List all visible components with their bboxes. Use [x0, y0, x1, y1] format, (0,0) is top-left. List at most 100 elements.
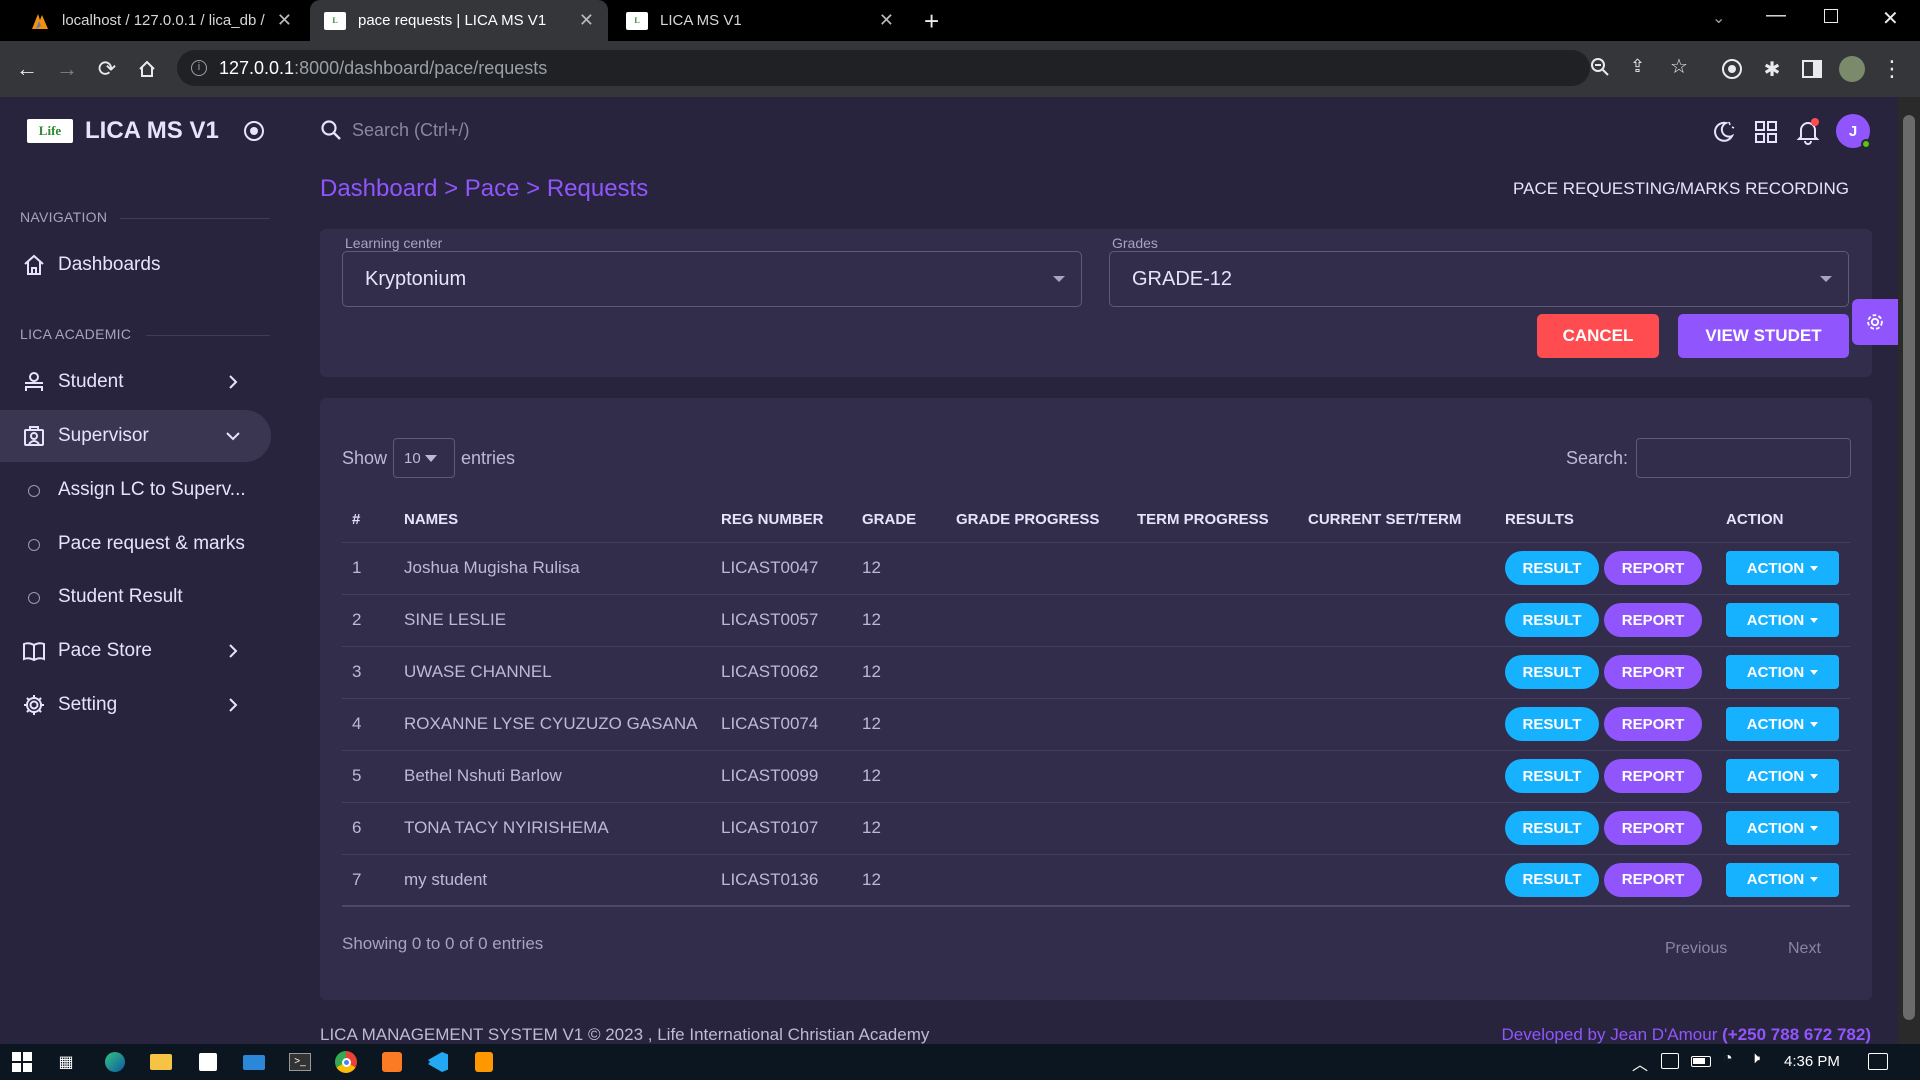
- breadcrumb[interactable]: Dashboard > Pace > Requests: [320, 175, 648, 203]
- report-button[interactable]: REPORT: [1604, 655, 1702, 689]
- brand[interactable]: Life LICA MS V1: [27, 117, 219, 145]
- profile-avatar-icon[interactable]: [1838, 55, 1866, 83]
- result-button[interactable]: RESULT: [1505, 811, 1599, 845]
- column-header[interactable]: TERM PROGRESS: [1137, 498, 1308, 542]
- browser-tab[interactable]: L LICA MS V1 ✕: [612, 0, 908, 41]
- address-bar[interactable]: i 127.0.0.1:8000/dashboard/pace/requests…: [177, 50, 1688, 86]
- column-header[interactable]: REG NUMBER: [721, 498, 862, 542]
- bookmark-star-icon[interactable]: ☆: [1670, 54, 1688, 79]
- volume-icon[interactable]: 🕨: [1750, 1050, 1760, 1068]
- action-dropdown-button[interactable]: ACTION: [1726, 551, 1839, 585]
- share-icon[interactable]: ⇪: [1630, 56, 1645, 77]
- edge-icon[interactable]: [103, 1050, 127, 1074]
- sidebar-item-dashboards[interactable]: Dashboards: [0, 239, 271, 291]
- result-button[interactable]: RESULT: [1505, 759, 1599, 793]
- xampp-icon[interactable]: [380, 1050, 404, 1074]
- global-search[interactable]: Search (Ctrl+/): [320, 119, 470, 141]
- column-header[interactable]: GRADE: [862, 498, 956, 542]
- result-button[interactable]: RESULT: [1505, 551, 1599, 585]
- customizer-toggle[interactable]: [1852, 299, 1898, 345]
- view-student-button[interactable]: VIEW STUDET: [1678, 314, 1849, 358]
- result-button[interactable]: RESULT: [1505, 862, 1599, 897]
- column-header[interactable]: GRADE PROGRESS: [956, 498, 1137, 542]
- notification-center-icon[interactable]: [1868, 1053, 1888, 1070]
- side-panel-icon[interactable]: [1798, 55, 1826, 83]
- sidebar-pin-icon[interactable]: [244, 121, 264, 141]
- column-header[interactable]: ACTION: [1726, 498, 1850, 542]
- notifications-button[interactable]: [1795, 118, 1821, 145]
- mail-icon[interactable]: [242, 1050, 266, 1074]
- windows-start-icon[interactable]: [10, 1050, 34, 1074]
- close-tab-icon[interactable]: ✕: [579, 10, 594, 31]
- file-explorer-icon[interactable]: [149, 1050, 173, 1074]
- table-search-input[interactable]: [1636, 438, 1852, 478]
- pagination-next[interactable]: Next: [1788, 940, 1821, 958]
- maximize-button[interactable]: [1824, 9, 1838, 23]
- action-dropdown-button[interactable]: ACTION: [1726, 707, 1839, 741]
- cancel-button[interactable]: CANCEL: [1537, 314, 1659, 358]
- show-hidden-icons[interactable]: ︿: [1632, 1051, 1648, 1075]
- theme-toggle-icon[interactable]: [1710, 119, 1736, 145]
- reload-icon[interactable]: ⟳: [93, 55, 121, 83]
- sidebar-item-student[interactable]: Student: [0, 356, 271, 408]
- close-tab-icon[interactable]: ✕: [277, 10, 292, 31]
- close-window-button[interactable]: ✕: [1882, 6, 1899, 31]
- zoom-icon[interactable]: [1590, 57, 1610, 77]
- action-dropdown-button[interactable]: ACTION: [1726, 759, 1839, 793]
- browser-tab-active[interactable]: L pace requests | LICA MS V1 ✕: [310, 0, 608, 41]
- entries-select[interactable]: 10: [393, 438, 456, 478]
- result-button[interactable]: RESULT: [1505, 655, 1599, 689]
- pagination-previous[interactable]: Previous: [1665, 940, 1727, 958]
- sidebar-item-pace-store[interactable]: Pace Store: [0, 625, 271, 677]
- browser-tab[interactable]: localhost / 127.0.0.1 / lica_db / ot ✕: [16, 0, 306, 41]
- sidebar-item-supervisor[interactable]: Supervisor: [0, 410, 271, 462]
- wifi-icon[interactable]: ◔: [1723, 1050, 1733, 1068]
- report-button[interactable]: REPORT: [1604, 811, 1702, 845]
- sidebar-subitem-pace-request[interactable]: Pace request & marks: [0, 518, 271, 570]
- store-icon[interactable]: [196, 1050, 220, 1074]
- action-dropdown-button[interactable]: ACTION: [1726, 655, 1839, 689]
- column-header[interactable]: #: [342, 498, 404, 542]
- report-button[interactable]: REPORT: [1604, 551, 1702, 585]
- action-dropdown-button[interactable]: ACTION: [1726, 811, 1839, 845]
- column-header[interactable]: CURRENT SET/TERM: [1308, 498, 1505, 542]
- new-tab-button[interactable]: +: [924, 6, 939, 37]
- sidebar-subitem-assign-lc[interactable]: Assign LC to Superv...: [0, 464, 271, 516]
- sidebar-subitem-student-result[interactable]: Student Result: [0, 571, 271, 623]
- apps-grid-icon[interactable]: [1753, 119, 1779, 145]
- extension-icon[interactable]: [1718, 55, 1746, 83]
- result-button[interactable]: RESULT: [1505, 707, 1599, 741]
- taskbar-clock[interactable]: 4:36 PM: [1784, 1053, 1840, 1070]
- back-icon[interactable]: ←: [13, 55, 41, 83]
- footer-developer[interactable]: Developed by Jean D'Amour (+250 788 672 …: [1502, 1025, 1871, 1044]
- minimize-button[interactable]: —: [1766, 4, 1786, 27]
- forward-icon[interactable]: →: [53, 55, 81, 83]
- vscode-icon[interactable]: [426, 1050, 450, 1074]
- result-button[interactable]: RESULT: [1505, 603, 1599, 637]
- grades-select[interactable]: Grades GRADE-12: [1109, 235, 1849, 307]
- column-header[interactable]: NAMES: [404, 498, 721, 542]
- report-button[interactable]: REPORT: [1604, 759, 1702, 793]
- report-button[interactable]: REPORT: [1604, 862, 1702, 897]
- column-header[interactable]: RESULTS: [1505, 498, 1726, 542]
- user-avatar[interactable]: J: [1836, 114, 1871, 149]
- puzzle-extensions-icon[interactable]: ✱: [1758, 55, 1786, 83]
- report-button[interactable]: REPORT: [1604, 707, 1702, 741]
- close-tab-icon[interactable]: ✕: [879, 10, 894, 31]
- battery-icon[interactable]: [1691, 1056, 1711, 1067]
- sublime-icon[interactable]: [472, 1050, 496, 1074]
- chrome-icon[interactable]: [334, 1050, 358, 1074]
- action-dropdown-button[interactable]: ACTION: [1726, 603, 1839, 637]
- tab-search-icon[interactable]: ⌄: [1712, 8, 1725, 28]
- home-icon[interactable]: [133, 55, 161, 83]
- action-dropdown-button[interactable]: ACTION: [1726, 862, 1839, 897]
- meet-now-icon[interactable]: [1661, 1053, 1679, 1069]
- chrome-menu-icon[interactable]: ⋮: [1878, 55, 1906, 83]
- report-button[interactable]: REPORT: [1604, 603, 1702, 637]
- page-scrollbar[interactable]: [1898, 97, 1920, 1044]
- site-info-icon[interactable]: i: [191, 60, 207, 76]
- scrollbar-thumb[interactable]: [1903, 115, 1915, 1020]
- terminal-icon[interactable]: >_: [288, 1050, 312, 1074]
- task-view-icon[interactable]: ▦: [54, 1050, 78, 1074]
- sidebar-item-setting[interactable]: Setting: [0, 679, 271, 731]
